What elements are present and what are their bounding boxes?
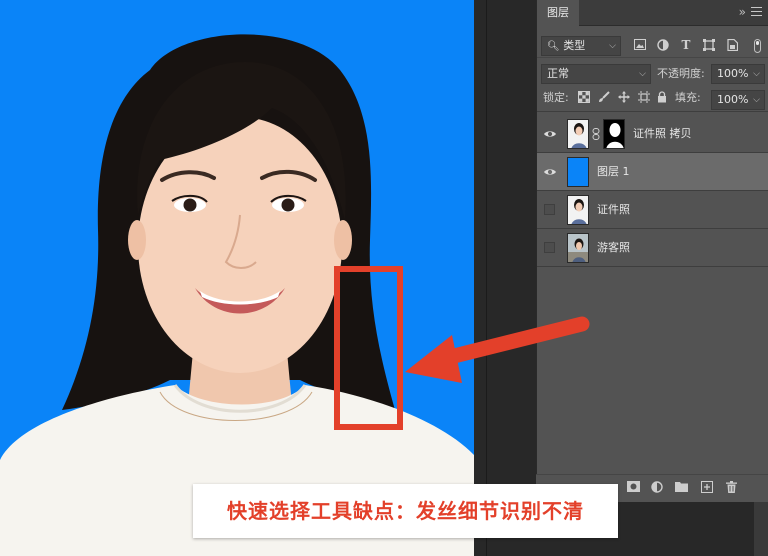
layer-name: 游客照	[597, 241, 630, 254]
layer-row-id-photo[interactable]: 证件照	[537, 191, 768, 229]
chevron-down-icon: ⌵	[609, 41, 616, 51]
shape-filter-icon[interactable]	[702, 39, 716, 53]
lock-all-icon[interactable]	[655, 91, 669, 105]
eye-icon[interactable]	[543, 165, 557, 179]
fill-value: 100%	[717, 93, 749, 106]
smart-object-filter-icon[interactable]	[725, 38, 739, 53]
layers-list: 证件照 拷贝 图层 1 证件照 游客照	[537, 115, 768, 270]
layer-filter-row: 🔍︎ 类型 ⌵ T	[537, 34, 768, 58]
chevron-down-icon: ⌵	[639, 69, 646, 79]
visibility-toggle-off[interactable]	[544, 204, 555, 215]
panel-menu-icon[interactable]	[751, 7, 762, 16]
layer-thumbnail	[567, 233, 589, 263]
layer-thumbnail	[567, 119, 589, 149]
opacity-label: 不透明度:	[657, 67, 705, 80]
chain-link-icon[interactable]	[592, 128, 600, 140]
lock-image-pixels-icon[interactable]	[597, 91, 611, 105]
layer-name: 证件照	[597, 203, 630, 216]
scrollbar-track[interactable]	[754, 502, 768, 556]
lock-row: 锁定: 填充: 100% ⌵	[537, 88, 768, 112]
layer-row-tourist-photo[interactable]: 游客照	[537, 229, 768, 267]
adjustment-filter-icon[interactable]	[656, 39, 670, 53]
visibility-toggle-off[interactable]	[544, 242, 555, 253]
fill-field[interactable]: 100% ⌵	[711, 90, 765, 110]
blend-mode-select[interactable]: 正常 ⌵	[541, 64, 651, 84]
type-filter-icon[interactable]: T	[679, 38, 693, 52]
filter-kind-value: 类型	[563, 39, 586, 52]
annotation-caption: 快速选择工具缺点：发丝细节识别不清	[193, 484, 618, 538]
opacity-value: 100%	[717, 67, 749, 80]
layers-panel: 图层 » 🔍︎ 类型 ⌵ T 正常 ⌵ 不透明度: 100% ⌵ 锁定: 填充:…	[536, 0, 768, 502]
layer-row-id-photo-copy[interactable]: 证件照 拷贝	[537, 115, 768, 153]
eye-icon[interactable]	[543, 127, 557, 141]
layer-thumbnail	[567, 157, 589, 187]
new-layer-icon[interactable]	[700, 481, 714, 495]
opacity-field[interactable]: 100% ⌵	[711, 64, 765, 84]
tab-layers[interactable]: 图层	[537, 0, 579, 26]
adjustment-layer-icon[interactable]	[650, 481, 664, 495]
photo-canvas[interactable]	[0, 0, 474, 556]
layer-name: 证件照 拷贝	[633, 127, 692, 140]
panel-header: 图层 »	[537, 0, 768, 26]
chevron-down-icon: ⌵	[753, 95, 760, 105]
collapse-panel-icon[interactable]: »	[739, 5, 746, 19]
lock-label: 锁定:	[543, 91, 569, 104]
portrait-photo	[0, 34, 474, 556]
image-filter-icon[interactable]	[633, 39, 647, 53]
trash-icon[interactable]	[724, 481, 738, 495]
add-mask-icon[interactable]	[626, 481, 640, 495]
gutter-divider	[486, 0, 487, 556]
lock-transparent-pixels-icon[interactable]	[577, 91, 591, 105]
workspace-gutter	[474, 0, 536, 556]
blend-mode-value: 正常	[547, 67, 569, 80]
blend-row: 正常 ⌵ 不透明度: 100% ⌵	[537, 62, 768, 86]
lock-artboard-icon[interactable]	[637, 91, 651, 105]
layer-row-layer-1[interactable]: 图层 1	[537, 153, 768, 191]
folder-icon[interactable]	[674, 481, 688, 495]
chevron-down-icon: ⌵	[753, 69, 760, 79]
search-icon: 🔍︎	[547, 41, 560, 52]
layer-name: 图层 1	[597, 165, 630, 178]
filter-toggle-switch[interactable]	[754, 39, 761, 53]
fill-label: 填充:	[675, 91, 701, 104]
filter-kind-select[interactable]: 🔍︎ 类型 ⌵	[541, 36, 621, 56]
layer-mask-thumbnail[interactable]	[603, 119, 625, 149]
lock-position-icon[interactable]	[617, 91, 631, 105]
layer-thumbnail	[567, 195, 589, 225]
